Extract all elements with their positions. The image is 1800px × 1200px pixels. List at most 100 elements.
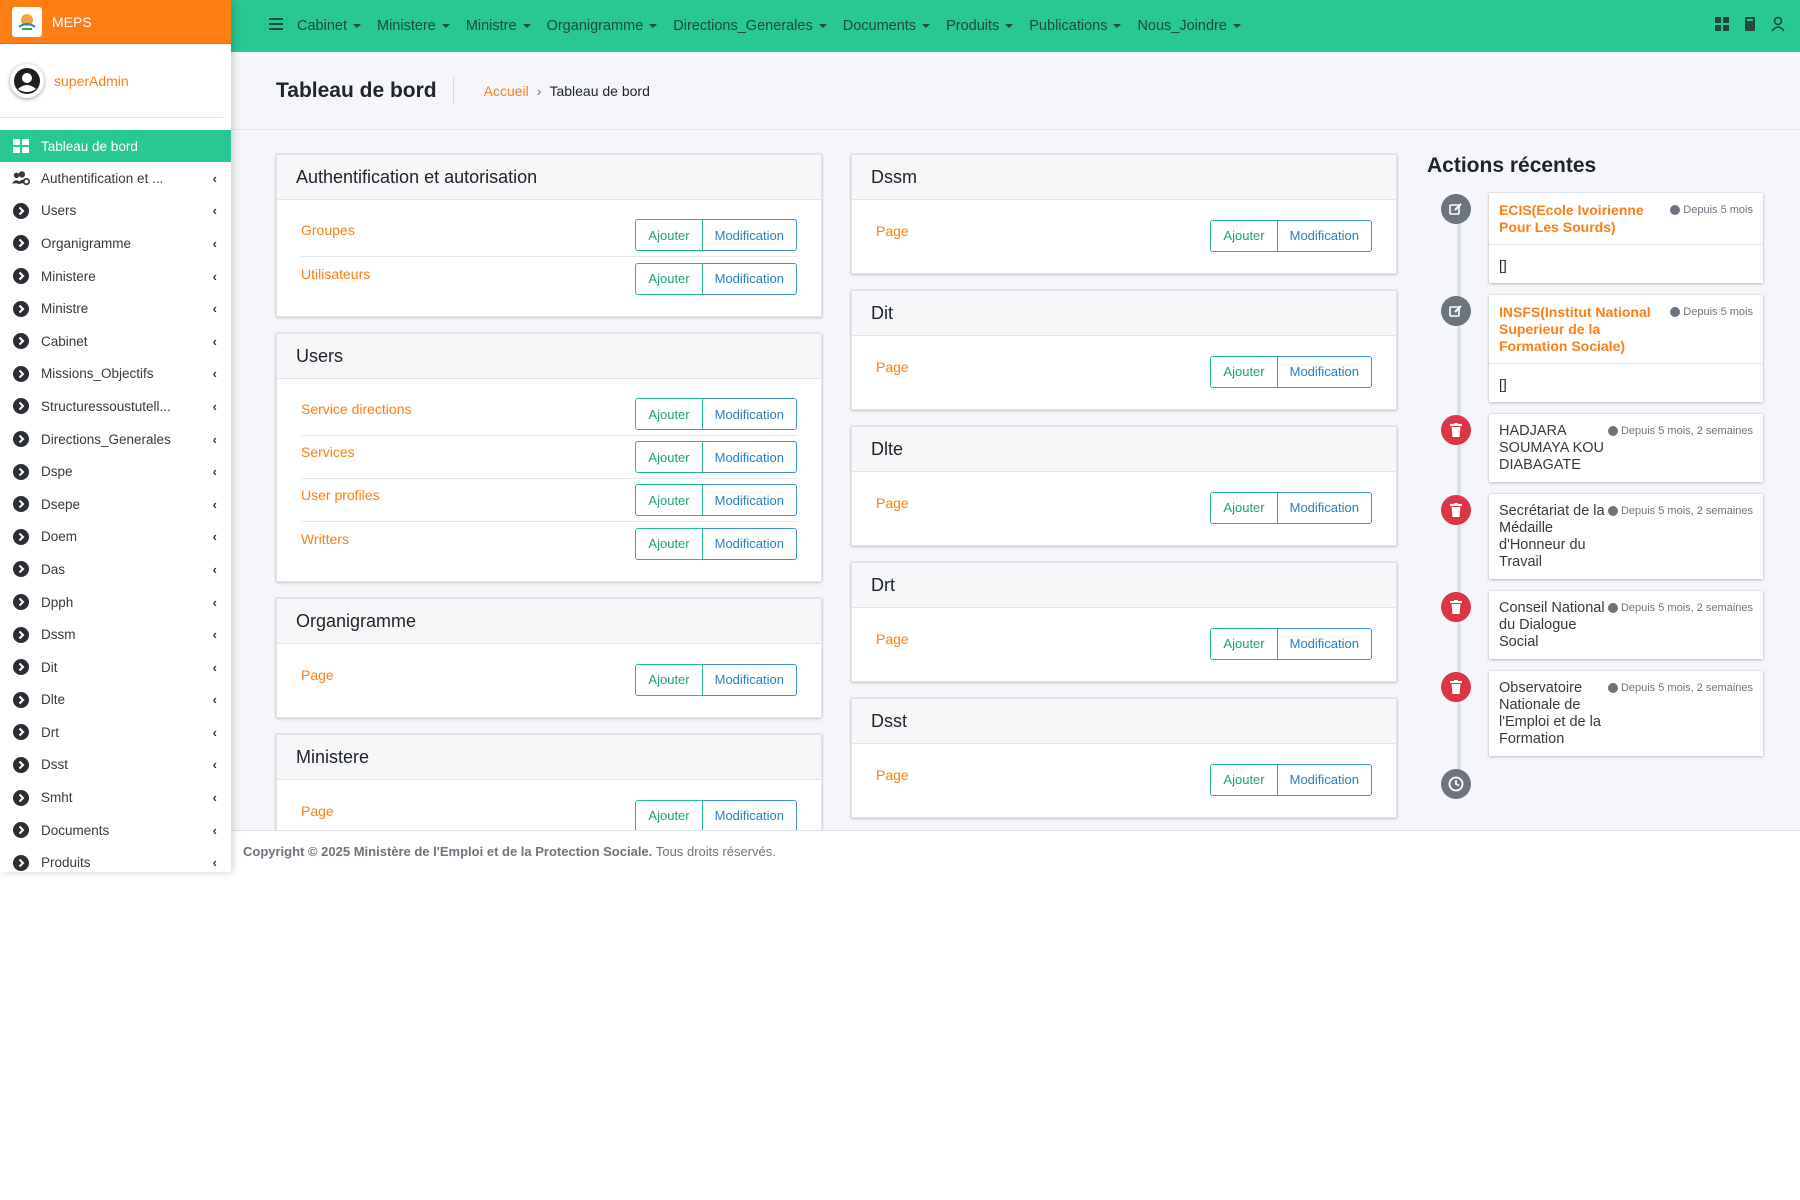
app-card-title: Dssm <box>852 155 1396 200</box>
recent-action-time: Depuis 5 mois, 2 semaines <box>1607 505 1753 571</box>
add-button[interactable]: Ajouter <box>635 262 703 295</box>
sidebar-item-dspe[interactable]: Dspe ‹ <box>0 455 231 488</box>
hamburger-menu-icon[interactable] <box>269 17 283 35</box>
modify-button[interactable]: Modification <box>1277 219 1372 252</box>
sidebar-item-ministre[interactable]: Ministre ‹ <box>0 292 231 325</box>
sidebar-item-dpph[interactable]: Dpph ‹ <box>0 586 231 619</box>
trash-icon <box>1441 592 1471 622</box>
book-icon[interactable] <box>1742 16 1758 37</box>
add-button[interactable]: Ajouter <box>635 484 703 516</box>
chevron-circle-right-icon <box>12 560 30 578</box>
model-link[interactable]: Groupes <box>301 222 355 238</box>
sidebar-item-label: Structuressoustutell... <box>41 398 171 414</box>
add-button[interactable]: Ajouter <box>1210 219 1278 252</box>
user-icon[interactable] <box>1770 16 1786 37</box>
add-button[interactable]: Ajouter <box>1210 491 1278 524</box>
recent-action-title[interactable]: ECIS(Ecole Ivoirienne Pour Les Sourds) <box>1499 202 1669 236</box>
sidebar-item-documents[interactable]: Documents ‹ <box>0 814 231 847</box>
modify-button[interactable]: Modification <box>702 262 797 295</box>
sidebar-nav: Tableau de bord Authentification et ... ‹ U… <box>0 130 231 872</box>
recent-action-time-text: Depuis 5 mois, 2 semaines <box>1620 602 1753 614</box>
add-button[interactable]: Ajouter <box>635 663 703 696</box>
model-link[interactable]: User profiles <box>301 487 380 503</box>
breadcrumb-separator: › <box>536 82 542 99</box>
trash-icon <box>1441 672 1471 702</box>
breadcrumb-current: Tableau de bord <box>549 82 650 99</box>
brand-link[interactable]: MEPS <box>0 0 231 44</box>
add-button[interactable]: Ajouter <box>1210 763 1278 796</box>
sidebar-item-drt[interactable]: Drt ‹ <box>0 716 231 749</box>
topnav-dropdown-organigramme[interactable]: Organigramme <box>547 18 658 34</box>
model-link[interactable]: Utilisateurs <box>301 266 370 282</box>
model-row: Page Ajouter Modification <box>876 758 1372 801</box>
sidebar-item-smht[interactable]: Smht ‹ <box>0 781 231 814</box>
modify-button[interactable]: Modification <box>702 219 797 251</box>
sidebar-item-label: Dsst <box>41 757 68 773</box>
add-button[interactable]: Ajouter <box>1210 355 1278 388</box>
add-button[interactable]: Ajouter <box>635 219 703 251</box>
sidebar-item-directions-generales[interactable]: Directions_Generales ‹ <box>0 423 231 456</box>
topnav-dropdown-ministere[interactable]: Ministere <box>377 18 450 34</box>
model-link[interactable]: Page <box>876 767 909 783</box>
sidebar-item-doem[interactable]: Doem ‹ <box>0 521 231 554</box>
topnav-dropdown-nous-joindre[interactable]: Nous_Joindre <box>1137 18 1240 34</box>
add-button[interactable]: Ajouter <box>635 799 703 830</box>
model-link[interactable]: Page <box>876 495 909 511</box>
add-button[interactable]: Ajouter <box>635 527 703 560</box>
topnav-dropdown-cabinet[interactable]: Cabinet <box>297 18 361 34</box>
model-link[interactable]: Service directions <box>301 401 412 417</box>
model-link[interactable]: Writters <box>301 531 349 547</box>
sidebar-item-users[interactable]: Users ‹ <box>0 195 231 228</box>
sidebar-item-dsst[interactable]: Dsst ‹ <box>0 749 231 782</box>
add-button[interactable]: Ajouter <box>1210 627 1278 660</box>
model-link[interactable]: Page <box>301 667 334 683</box>
modify-button[interactable]: Modification <box>1277 763 1372 796</box>
sidebar-item-dsepe[interactable]: Dsepe ‹ <box>0 488 231 521</box>
model-row: Page Ajouter Modification <box>301 794 797 830</box>
model-link[interactable]: Page <box>876 631 909 647</box>
chevron-left-icon: ‹ <box>212 822 217 838</box>
add-button[interactable]: Ajouter <box>635 441 703 473</box>
sidebar-item-dssm[interactable]: Dssm ‹ <box>0 618 231 651</box>
topnav-dropdown-documents[interactable]: Documents <box>843 18 930 34</box>
model-link[interactable]: Page <box>301 803 334 819</box>
modify-button[interactable]: Modification <box>1277 355 1372 388</box>
sidebar-item-tableau-de-bord[interactable]: Tableau de bord <box>0 130 231 162</box>
topnav-dropdown-directions-generales[interactable]: Directions_Generales <box>673 18 826 34</box>
chevron-left-icon: ‹ <box>212 235 217 251</box>
sidebar-item-missions-objectifs[interactable]: Missions_Objectifs ‹ <box>0 358 231 391</box>
model-link[interactable]: Page <box>876 223 909 239</box>
modify-button[interactable]: Modification <box>702 441 797 473</box>
app-card-title: Organigramme <box>277 599 821 644</box>
topnav-dropdown-produits[interactable]: Produits <box>946 18 1013 34</box>
sidebar-item-dit[interactable]: Dit ‹ <box>0 651 231 684</box>
user-panel[interactable]: superAdmin <box>0 44 223 118</box>
model-link[interactable]: Page <box>876 359 909 375</box>
sidebar-item-ministere[interactable]: Ministere ‹ <box>0 260 231 293</box>
modify-button[interactable]: Modification <box>702 799 797 830</box>
sidebar-item-label: Users <box>41 203 77 219</box>
breadcrumb-home-link[interactable]: Accueil <box>484 83 529 99</box>
app-card-title: Dit <box>852 291 1396 336</box>
modify-button[interactable]: Modification <box>702 398 797 430</box>
modify-button[interactable]: Modification <box>702 484 797 516</box>
topnav-dropdown-publications[interactable]: Publications <box>1029 18 1121 34</box>
modify-button[interactable]: Modification <box>702 663 797 696</box>
sidebar-item-cabinet[interactable]: Cabinet ‹ <box>0 325 231 358</box>
model-link[interactable]: Services <box>301 444 355 460</box>
topnav-dropdown-ministre[interactable]: Ministre <box>466 18 531 34</box>
recent-action-title[interactable]: INSFS(Institut National Superieur de la … <box>1499 304 1669 355</box>
dashboard-grid-icon[interactable] <box>1714 16 1730 37</box>
sidebar-item-structuressoustutell[interactable]: Structuressoustutell... ‹ <box>0 390 231 423</box>
chevron-circle-right-icon <box>12 300 30 318</box>
add-button[interactable]: Ajouter <box>635 398 703 430</box>
sidebar-item-dlte[interactable]: Dlte ‹ <box>0 684 231 717</box>
sidebar-item-das[interactable]: Das ‹ <box>0 553 231 586</box>
modify-button[interactable]: Modification <box>702 527 797 560</box>
sidebar-item-authentification-et[interactable]: Authentification et ... ‹ <box>0 162 231 195</box>
sidebar-item-produits[interactable]: Produits ‹ <box>0 846 231 872</box>
modify-button[interactable]: Modification <box>1277 491 1372 524</box>
recent-action-box: Secrétariat de la Médaille d'Honneur du … <box>1489 494 1763 579</box>
sidebar-item-organigramme[interactable]: Organigramme ‹ <box>0 227 231 260</box>
modify-button[interactable]: Modification <box>1277 627 1372 660</box>
